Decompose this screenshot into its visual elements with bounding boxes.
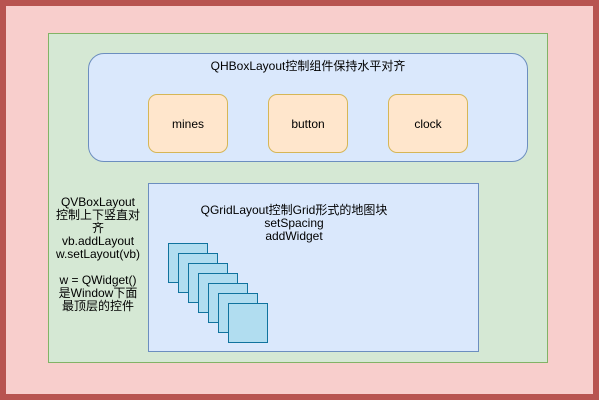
grid-layout-label: QGridLayout控制Grid形式的地图块 setSpacing addWi… — [149, 204, 439, 243]
grid-label-line: addWidget — [265, 229, 323, 243]
vbox-note-line: 最顶层的控件 — [61, 299, 134, 313]
hbox-layout-title: QHBoxLayout控制组件保持水平对齐 — [210, 59, 406, 73]
vbox-note-line: w.setLayout(vb) — [55, 247, 141, 261]
mines-widget: mines — [148, 94, 228, 153]
grid-layout-container: QGridLayout控制Grid形式的地图块 setSpacing addWi… — [148, 183, 479, 352]
button-widget: button — [268, 94, 348, 153]
map-tile — [228, 303, 268, 343]
vbox-layout-note: QVBoxLayout 控制上下竖直对 齐 vb.addLayout w.set… — [52, 196, 144, 313]
hbox-layout-container: QHBoxLayout控制组件保持水平对齐 mines button clock — [88, 53, 528, 162]
clock-widget: clock — [388, 94, 468, 153]
